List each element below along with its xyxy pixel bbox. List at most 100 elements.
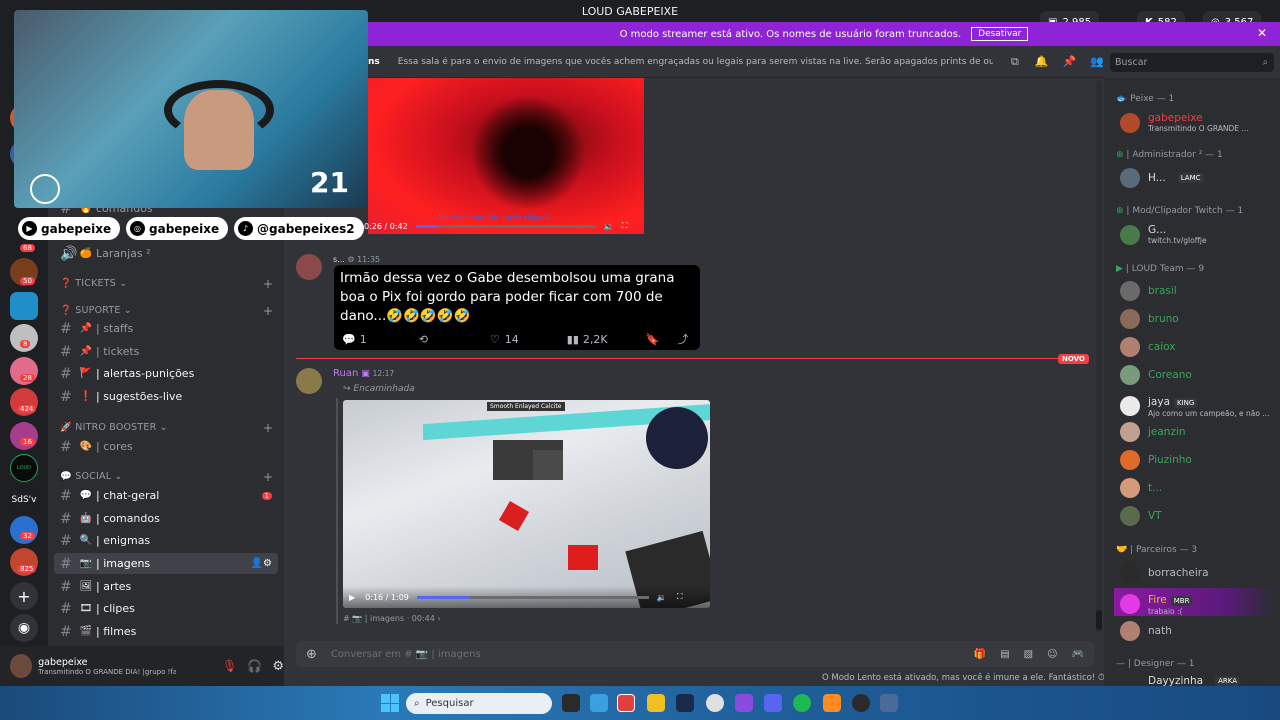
obs-icon[interactable]	[852, 694, 870, 712]
member-item[interactable]: gabepeixe Transmitindo O GRANDE ...	[1120, 112, 1249, 133]
category-social[interactable]: 💬 SOCIAL ⌄ +	[60, 470, 273, 484]
member-item[interactable]: borracheira	[1120, 563, 1209, 583]
opera-icon[interactable]	[617, 694, 635, 712]
red-figure	[498, 500, 530, 532]
channel-item[interactable]: # ❗ | sugestões-live	[54, 386, 278, 407]
avatar[interactable]	[10, 654, 33, 678]
disable-streamer-button[interactable]: Desativar	[971, 27, 1029, 41]
tweet-embed[interactable]: Irmão dessa vez o Gabe desembolsou uma g…	[334, 265, 700, 350]
play-icon[interactable]: ▶	[349, 593, 355, 602]
members-icon[interactable]: 👥	[1090, 55, 1104, 68]
member-item[interactable]: Dayyzinha ARKA	[1120, 675, 1241, 686]
member-item[interactable]: brasil	[1120, 281, 1177, 301]
reply-icon[interactable]: 💬	[342, 333, 356, 346]
app-icon[interactable]	[735, 694, 753, 712]
video-embed[interactable]: Smooth Enlayed Calcite ▶ 0:16 / 1:09 🔉 ⛶	[343, 400, 710, 608]
channel-item[interactable]: # 📌 | staffs	[54, 318, 278, 339]
discord-icon[interactable]	[764, 694, 782, 712]
share-icon[interactable]: ⤴	[677, 331, 688, 347]
channel-item[interactable]: # 🎬 | filmes	[54, 621, 278, 642]
app-icon[interactable]	[880, 694, 898, 712]
channel-topic[interactable]: Essa sala é para o envio de imagens que …	[398, 57, 993, 67]
member-item[interactable]: G... twitch.tv/gloffje	[1120, 224, 1207, 245]
fullscreen-icon[interactable]: ⛶	[677, 592, 683, 602]
member-item[interactable]: Fire MBR trabaio :(	[1120, 592, 1193, 616]
scrollbar-thumb[interactable]	[1096, 610, 1102, 630]
channel-item[interactable]: # 🖼 | artes	[54, 576, 278, 597]
sticker-icon[interactable]: ▧	[1024, 649, 1033, 660]
steam-icon[interactable]	[676, 694, 694, 712]
category-suporte[interactable]: ❓ SUPORTE ⌄ +	[60, 304, 273, 318]
channel-item[interactable]: # 🔍 | enigmas	[54, 530, 278, 551]
group-title: | Mod/Clipador Twitch — 1	[1126, 206, 1244, 216]
fullscreen-icon[interactable]: ⛶	[622, 221, 628, 231]
member-item[interactable]: Piuzinho	[1120, 450, 1192, 470]
member-item[interactable]: nath	[1120, 621, 1172, 641]
app-icon[interactable]	[706, 694, 724, 712]
bookmark-icon[interactable]: 🔖	[646, 333, 660, 346]
member-item[interactable]: Coreano	[1120, 365, 1192, 385]
server-sds[interactable]: SdS'v	[8, 486, 40, 514]
volume-icon[interactable]: 🔉	[604, 222, 614, 231]
app-icon[interactable]	[590, 694, 608, 712]
message-author[interactable]: Ruan	[333, 368, 358, 379]
bell-icon[interactable]: 🔔	[1035, 55, 1049, 68]
server-icon[interactable]	[10, 292, 38, 320]
channel-item[interactable]: # 🚩 | alertas-punições	[54, 363, 278, 384]
gif-icon[interactable]: ▤	[1000, 649, 1009, 660]
invite-icon[interactable]: 👤⚙	[251, 558, 272, 569]
member-item[interactable]: VT	[1120, 506, 1162, 526]
video-progress[interactable]	[416, 595, 649, 599]
member-item[interactable]: bruno	[1120, 309, 1179, 329]
server-loud[interactable]: LOUD	[10, 454, 38, 482]
member-item[interactable]: jeanzin	[1120, 422, 1186, 442]
avatar[interactable]	[296, 254, 322, 280]
mic-muted-icon[interactable]: 🎙	[222, 659, 237, 673]
avatar[interactable]	[296, 368, 322, 394]
activities-icon[interactable]: 🎮	[1072, 649, 1084, 660]
file-explorer-icon[interactable]	[647, 694, 665, 712]
forward-source[interactable]: # 📷 | imagens · 00:44 ›	[343, 614, 441, 623]
app-icon[interactable]	[823, 694, 841, 712]
video-progress[interactable]	[415, 224, 596, 228]
channel-item[interactable]: # 📌 | tickets	[54, 341, 278, 362]
settings-icon[interactable]: ⚙	[272, 659, 284, 674]
channel-item-selected[interactable]: # 📷 | imagens 👤⚙	[54, 553, 278, 574]
member-item[interactable]: jaya KING Ajo como um campeão, e não ...	[1120, 394, 1269, 418]
retweet-icon[interactable]: ⟲	[419, 333, 428, 346]
add-attachment-icon[interactable]: ⊕	[306, 647, 317, 662]
channel-item[interactable]: # 💬 | chat-geral 1	[54, 485, 278, 506]
channel-item[interactable]: # 🎞 | clipes	[54, 598, 278, 619]
message-composer[interactable]: ⊕ Conversar em # 📷 | imagens 🎁 ▤ ▧ ☺ 🎮	[296, 641, 1094, 667]
channel-item[interactable]: # 🤖 | comandos	[54, 508, 278, 529]
channel-item[interactable]: # 🎨 | cores	[54, 436, 278, 457]
channel-item[interactable]: 🔊 🍊 Laranjas ²	[54, 243, 278, 264]
add-channel-icon[interactable]: +	[263, 304, 273, 318]
add-server-icon[interactable]: +	[10, 582, 38, 610]
message-author[interactable]: s...	[333, 255, 345, 264]
threads-icon[interactable]: ⧉	[1011, 55, 1019, 69]
pin-icon[interactable]: 📌	[1063, 55, 1077, 68]
like-icon[interactable]: ♡	[490, 333, 500, 346]
emoji-icon[interactable]: ☺	[1047, 649, 1057, 660]
category-nitro[interactable]: 🚀 NITRO BOOSTER ⌄ +	[60, 421, 273, 435]
category-tickets[interactable]: ❓ TICKETS ⌄ +	[60, 277, 273, 291]
gift-icon[interactable]: 🎁	[974, 649, 986, 660]
explore-icon[interactable]: ◉	[10, 614, 38, 642]
taskbar-search[interactable]: ⌕ Pesquisar	[406, 693, 552, 714]
member-item[interactable]: H... LAMC	[1120, 168, 1204, 188]
scrollbar-track[interactable]	[1096, 80, 1102, 632]
search-input[interactable]: Buscar ⌕	[1110, 53, 1274, 72]
video-embed[interactable]: The crane and the turtle slipped... 0:26…	[364, 78, 644, 234]
member-item[interactable]: caiox	[1120, 337, 1175, 357]
add-channel-icon[interactable]: +	[263, 470, 273, 484]
add-channel-icon[interactable]: +	[263, 277, 273, 291]
add-channel-icon[interactable]: +	[263, 421, 273, 435]
spotify-icon[interactable]	[793, 694, 811, 712]
windows-start-icon[interactable]	[381, 694, 399, 712]
close-banner-icon[interactable]: ✕	[1257, 26, 1267, 40]
volume-icon[interactable]: 🔉	[657, 593, 667, 602]
member-item[interactable]: t...	[1120, 478, 1162, 498]
task-view-icon[interactable]	[562, 694, 580, 712]
headphones-icon[interactable]: 🎧	[247, 659, 262, 673]
